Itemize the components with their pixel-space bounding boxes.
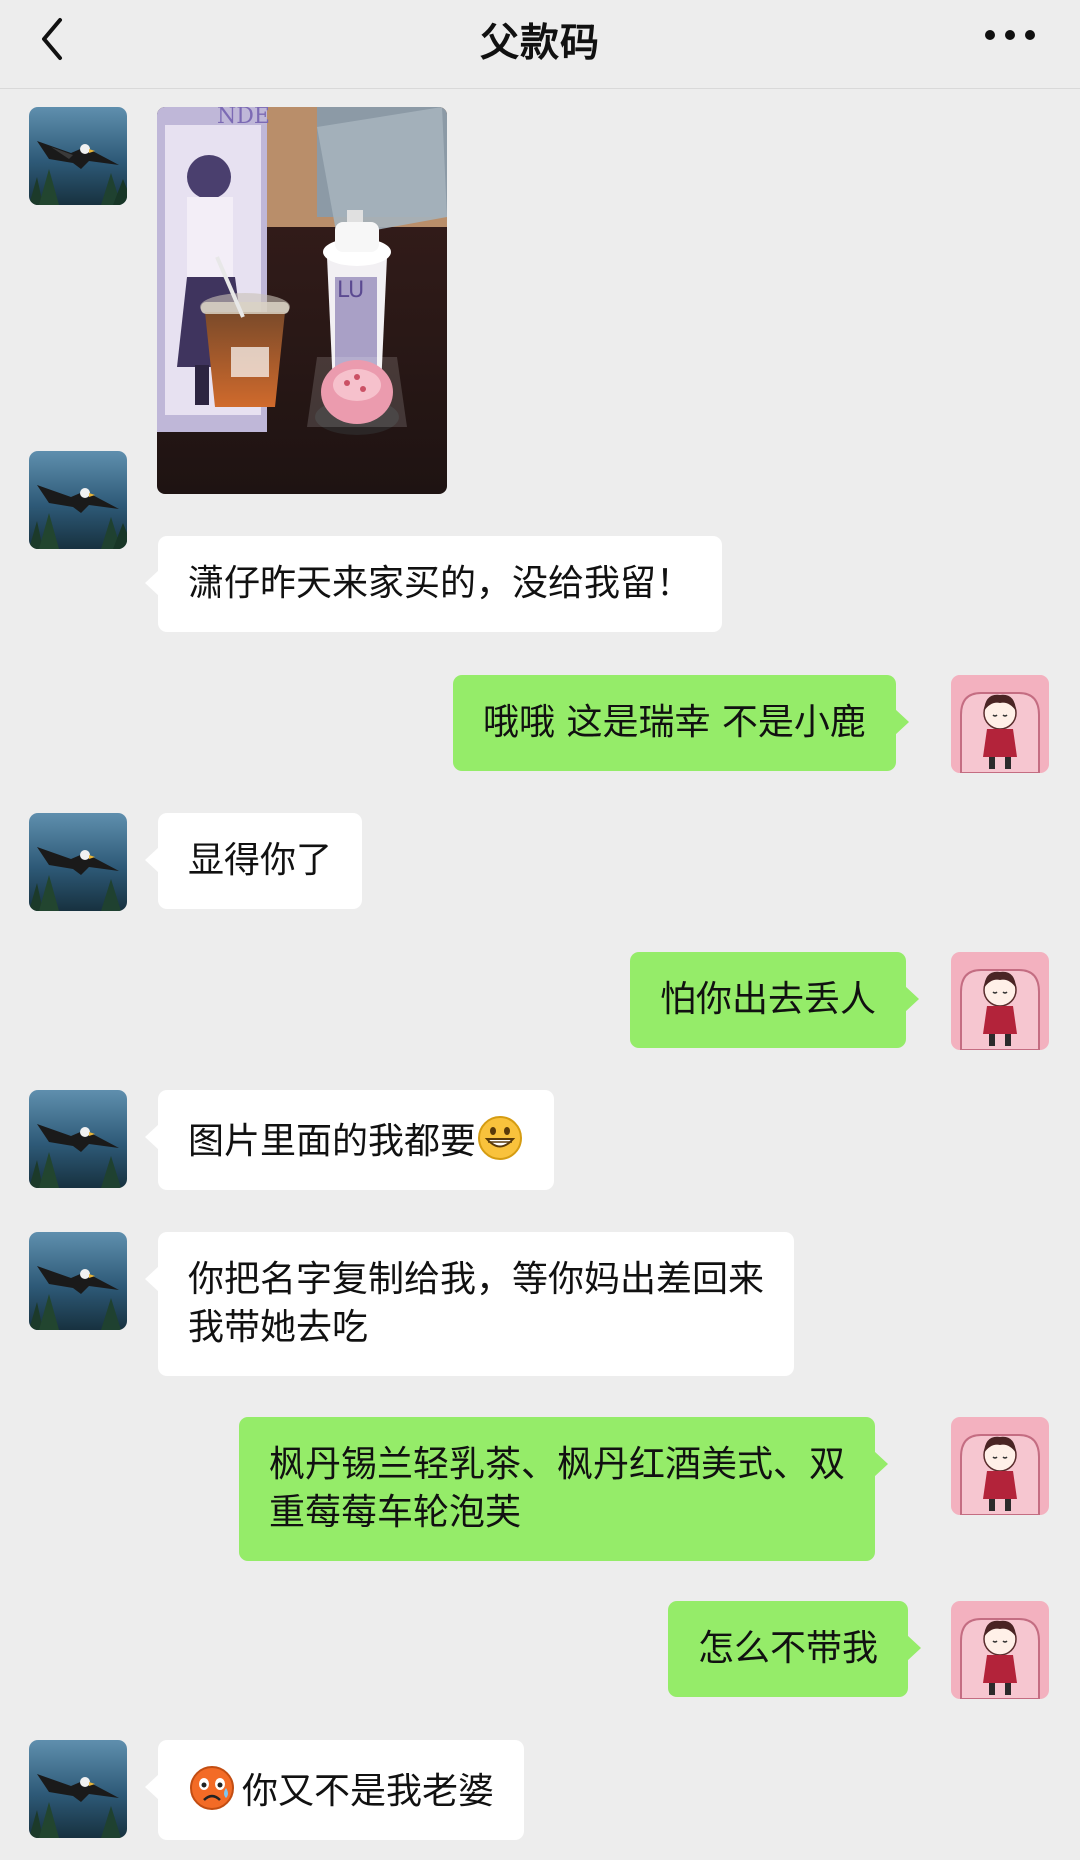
message-bubble-outgoing[interactable]: 怎么不带我 bbox=[668, 1601, 922, 1697]
cartoon-girl-avatar-icon bbox=[951, 952, 1049, 1050]
message-list[interactable]: NDE LU 潇仔昨天来家买的，没给我留！ 哦哦 这是瑞幸 不是小鹿 显得你了 … bbox=[0, 89, 1080, 1860]
chat-title: 父款码 bbox=[479, 21, 600, 66]
self-avatar[interactable] bbox=[951, 952, 1049, 1050]
cartoon-girl-avatar-icon bbox=[951, 675, 1049, 773]
message-text: 你又不是我老婆 bbox=[242, 1771, 495, 1812]
cartoon-girl-avatar-icon bbox=[951, 1601, 1049, 1699]
grinning-face-icon bbox=[476, 1114, 524, 1162]
eagle-avatar-icon bbox=[29, 451, 127, 549]
more-dots-icon bbox=[985, 30, 1035, 40]
eagle-avatar-icon bbox=[29, 813, 127, 911]
svg-text:NDE: NDE bbox=[217, 107, 270, 129]
message-text: 图片里面的我都要 bbox=[188, 1121, 477, 1162]
self-avatar[interactable] bbox=[951, 1601, 1049, 1699]
message-bubble-incoming[interactable]: 图片里面的我都要 bbox=[144, 1090, 555, 1190]
message-bubble-outgoing[interactable]: 枫丹锡兰轻乳茶、枫丹红酒美式、双 重莓莓车轮泡芙 bbox=[239, 1417, 889, 1561]
message-bubble-outgoing[interactable]: 哦哦 这是瑞幸 不是小鹿 bbox=[453, 675, 909, 771]
message-bubble-incoming[interactable]: 显得你了 bbox=[144, 813, 363, 909]
cartoon-girl-avatar-icon bbox=[951, 1417, 1049, 1515]
self-avatar[interactable] bbox=[951, 675, 1049, 773]
self-avatar[interactable] bbox=[951, 1417, 1049, 1515]
contact-avatar[interactable] bbox=[29, 1740, 127, 1838]
shared-photo[interactable]: NDE LU bbox=[157, 107, 447, 494]
message-bubble-outgoing[interactable]: 怕你出去丢人 bbox=[630, 952, 920, 1048]
eagle-avatar-icon bbox=[29, 1232, 127, 1330]
crying-face-icon bbox=[188, 1764, 236, 1812]
contact-avatar[interactable] bbox=[29, 451, 127, 549]
contact-avatar[interactable] bbox=[29, 1090, 127, 1188]
eagle-avatar-icon bbox=[29, 1740, 127, 1838]
more-button[interactable] bbox=[980, 18, 1040, 52]
photo-bubble-tea-and-cake-icon: NDE LU bbox=[157, 107, 447, 494]
svg-text:LU: LU bbox=[337, 278, 364, 303]
contact-avatar[interactable] bbox=[29, 1232, 127, 1330]
message-bubble-incoming[interactable]: 潇仔昨天来家买的，没给我留！ bbox=[144, 536, 723, 632]
contact-avatar[interactable] bbox=[29, 107, 127, 205]
message-bubble-incoming[interactable]: 你又不是我老婆 bbox=[144, 1740, 525, 1840]
eagle-avatar-icon bbox=[29, 107, 127, 205]
chat-header: 父款码 bbox=[0, 0, 1080, 89]
contact-avatar[interactable] bbox=[29, 813, 127, 911]
eagle-avatar-icon bbox=[29, 1090, 127, 1188]
message-bubble-incoming[interactable]: 你把名字复制给我，等你妈出差回来 我带她去吃 bbox=[144, 1232, 795, 1376]
